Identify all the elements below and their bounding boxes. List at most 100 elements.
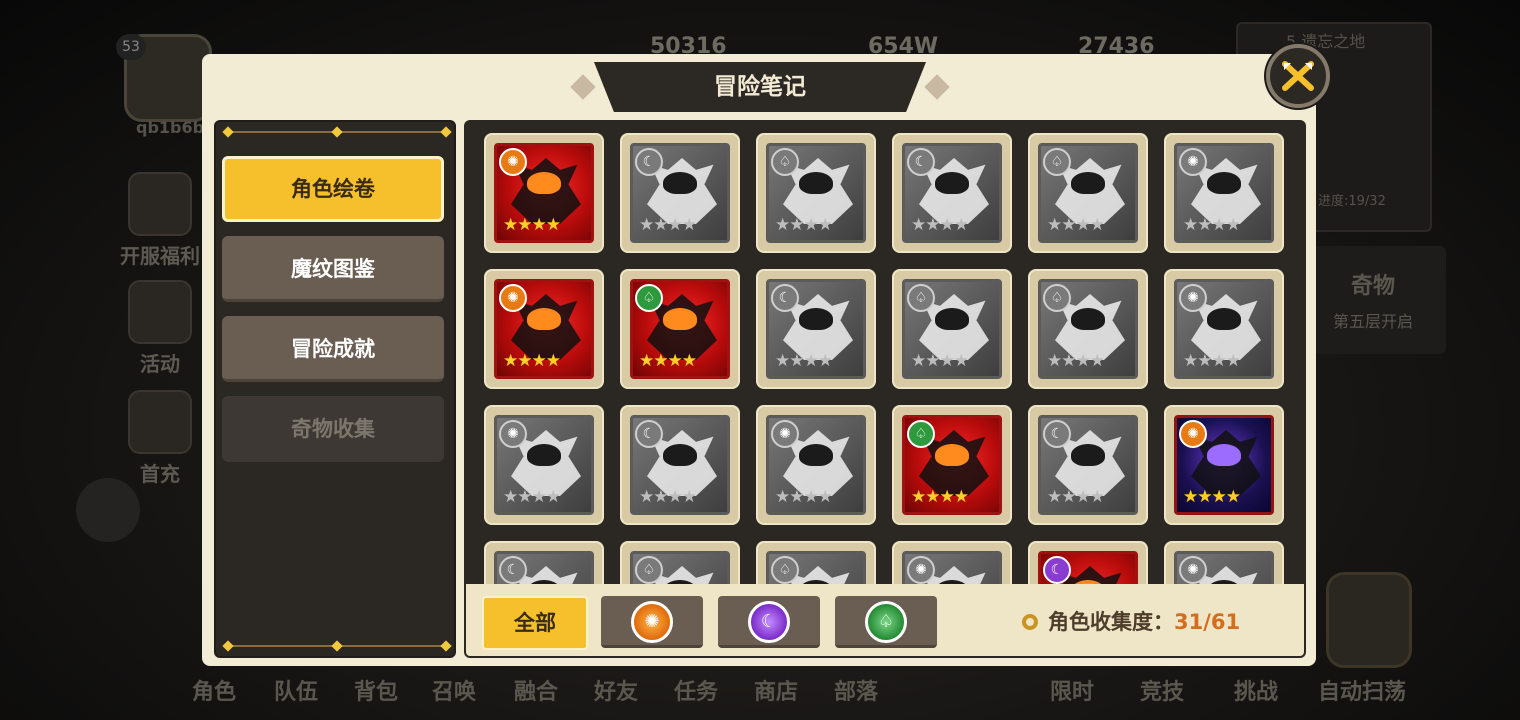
character-face — [799, 308, 833, 330]
star-rating: ★★★★ — [503, 351, 561, 371]
character-card[interactable]: ✺★★★★ — [892, 541, 1012, 584]
moon-element-icon: ☾ — [635, 148, 663, 176]
character-portrait: ☾★★★★ — [1038, 415, 1138, 515]
character-face — [527, 172, 561, 194]
filter-all-button[interactable]: 全部 — [482, 596, 588, 650]
bottom-menu-item: 部落 — [834, 680, 879, 705]
star-rating: ★★★★ — [911, 351, 969, 371]
character-face — [1207, 172, 1241, 194]
character-card[interactable]: ✺★★★★ — [1164, 541, 1284, 584]
filter-sun-button[interactable]: ✺ — [601, 596, 703, 648]
sun-element-icon: ✺ — [771, 420, 799, 448]
character-card[interactable]: ✺ ★★★★ — [484, 269, 604, 389]
character-face — [663, 308, 697, 330]
oddity-note: 第五层开启 — [1332, 312, 1413, 331]
sun-element-icon: ✺ — [631, 601, 673, 643]
filter-all-label: 全部 — [514, 611, 556, 635]
character-portrait: ✺★★★★ — [1174, 415, 1274, 515]
character-face — [1071, 444, 1105, 466]
collection-value: 31/61 — [1174, 610, 1241, 634]
character-card[interactable]: ✺★★★★ — [1164, 405, 1284, 525]
bottom-menu-item: 竞技 — [1140, 680, 1185, 705]
stage-progress: 进度:19/32 — [1318, 194, 1386, 209]
character-card[interactable]: ☾★★★★ — [756, 269, 876, 389]
character-portrait: ✺★★★★ — [494, 143, 594, 243]
character-portrait: ✺★★★★ — [1174, 143, 1274, 243]
leaf-element-icon: ♤ — [1043, 284, 1071, 312]
character-portrait: ♤★★★★ — [766, 143, 866, 243]
character-card[interactable]: ✺★★★★ — [1164, 269, 1284, 389]
bottom-menu-item: 背包 — [354, 680, 399, 705]
character-face — [1071, 172, 1105, 194]
nav-character-scroll[interactable]: 角色绘卷 — [222, 156, 444, 222]
character-card[interactable]: ☾★★★★ — [1028, 541, 1148, 584]
character-portrait: ♤★★★★ — [630, 279, 730, 379]
bottom-menu-item: 队伍 — [274, 680, 319, 705]
sun-element-icon: ✺ — [1179, 420, 1207, 448]
character-portrait: ✺★★★★ — [1174, 279, 1274, 379]
character-portrait: ♤★★★★ — [902, 415, 1002, 515]
sun-element-icon: ✺ — [1179, 556, 1207, 584]
leaf-element-icon: ♤ — [1043, 148, 1071, 176]
character-card[interactable]: ♤★★★★ — [1028, 269, 1148, 389]
character-portrait: ✺★★★★ — [766, 415, 866, 515]
moon-element-icon: ☾ — [1043, 556, 1071, 584]
character-card[interactable]: ☾★★★★ — [892, 133, 1012, 253]
chat-icon — [76, 478, 140, 542]
star-rating: ★★★★ — [639, 215, 697, 235]
character-card[interactable]: ♤★★★★ — [756, 541, 876, 584]
character-card[interactable]: ✺★★★★ — [756, 405, 876, 525]
oddity-title: 奇物 — [1350, 274, 1395, 299]
bottom-menu-item: 商店 — [754, 680, 799, 705]
nav-adventure-achievements[interactable]: 冒险成就 — [222, 316, 444, 382]
character-card[interactable]: ♤★★★★ — [756, 133, 876, 253]
character-portrait: ♤★★★★ — [766, 551, 866, 584]
leaf-element-icon: ♤ — [635, 556, 663, 584]
modal-title: 冒险笔记 — [714, 74, 806, 100]
character-face — [663, 444, 697, 466]
character-card[interactable]: ♤★★★★ — [1028, 133, 1148, 253]
character-card[interactable]: ✺★★★★ — [484, 133, 604, 253]
bottom-menu-item: 角色 — [192, 680, 237, 705]
character-card[interactable]: ♤★★★★ — [620, 269, 740, 389]
sun-element-icon: ✺ — [1179, 148, 1207, 176]
character-card[interactable]: ♤★★★★ — [620, 541, 740, 584]
nav-ornament-top — [222, 126, 452, 138]
bottom-menu-item: 挑战 — [1234, 680, 1279, 705]
character-face — [935, 308, 969, 330]
character-card[interactable]: ✺★★★★ — [484, 405, 604, 525]
character-face — [1071, 308, 1105, 330]
sun-element-icon: ✺ — [907, 556, 935, 584]
nav-rune-codex[interactable]: 魔纹图鉴 — [222, 236, 444, 302]
character-portrait: ✺★★★★ — [494, 415, 594, 515]
character-portrait: ☾★★★★ — [766, 279, 866, 379]
sun-element-icon: ✺ — [499, 284, 527, 312]
character-card[interactable]: ☾★★★★ — [484, 541, 604, 584]
chest-icon — [128, 280, 192, 344]
character-portrait: ✺ ★★★★ — [494, 279, 594, 379]
left-menu-item: 首充 — [110, 390, 210, 487]
bottom-menu-item: 召唤 — [432, 680, 477, 705]
leaf-element-icon: ♤ — [907, 420, 935, 448]
moon-element-icon: ☾ — [748, 601, 790, 643]
character-portrait: ☾★★★★ — [1038, 551, 1138, 584]
character-card[interactable]: ☾★★★★ — [620, 405, 740, 525]
nav-ornament-bottom — [222, 640, 452, 652]
collection-label: 角色收集度： — [1048, 610, 1174, 634]
sun-element-icon: ✺ — [499, 420, 527, 448]
leaf-element-icon: ♤ — [865, 601, 907, 643]
character-card[interactable]: ☾★★★★ — [1028, 405, 1148, 525]
character-card[interactable]: ✺★★★★ — [1164, 133, 1284, 253]
close-button[interactable] — [1266, 44, 1330, 108]
character-card[interactable]: ♤★★★★ — [892, 405, 1012, 525]
nav-oddity-collection[interactable]: 奇物收集 — [222, 396, 444, 462]
character-card[interactable]: ☾ ★★★★ — [620, 133, 740, 253]
filter-moon-button[interactable]: ☾ — [718, 596, 820, 648]
character-portrait: ✺★★★★ — [1174, 551, 1274, 584]
character-card[interactable]: ♤★★★★ — [892, 269, 1012, 389]
character-grid: ✺ ★★★★ ☾ ★★★★ ♤ ★★★★ ☾ ★★★★ ♤ ★★★★ ✺ ★★★★ ✺ ★★★★ ♤ ★★★★… — [464, 120, 1306, 584]
player-name: qb1b6b — [136, 118, 205, 137]
filter-leaf-button[interactable]: ♤ — [835, 596, 937, 648]
oddity-panel: 奇物 第五层开启 — [1300, 246, 1446, 354]
player-level: 53 — [116, 34, 146, 60]
